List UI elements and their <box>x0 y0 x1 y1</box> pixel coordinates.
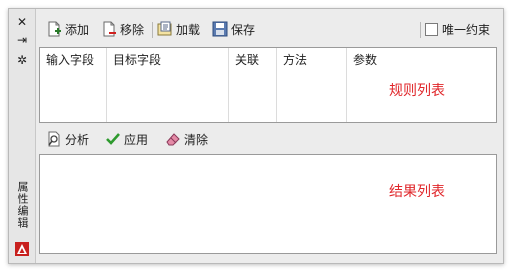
column-header-relation[interactable]: 关联 <box>229 48 277 122</box>
unique-constraint-label: 唯一约束 <box>442 22 491 37</box>
result-toolbar: 分析 应用 清除 <box>36 129 502 149</box>
close-icon[interactable]: ✕ <box>15 15 29 29</box>
apply-button[interactable]: 应用 <box>105 129 148 149</box>
result-list-placeholder: 结果列表 <box>389 184 445 200</box>
analyze-icon <box>48 131 60 147</box>
toolbar-separator <box>420 22 421 38</box>
result-list[interactable]: 结果列表 <box>39 154 497 254</box>
rule-table-header: 输入字段 目标字段 关联 方法 参数 <box>40 48 496 122</box>
add-button[interactable]: 添加 <box>46 19 89 39</box>
apply-label: 应用 <box>124 132 149 147</box>
add-label: 添加 <box>65 22 90 37</box>
clear-button[interactable]: 清除 <box>165 129 208 149</box>
add-file-icon <box>48 21 61 37</box>
auto-hide-icon[interactable]: ⇥ <box>15 33 29 47</box>
toolbar-separator <box>152 22 153 38</box>
remove-file-icon <box>103 21 116 37</box>
column-header-target-field[interactable]: 目标字段 <box>107 48 229 122</box>
properties-icon[interactable]: ✲ <box>15 53 29 67</box>
analyze-label: 分析 <box>65 132 90 147</box>
remove-button[interactable]: 移除 <box>101 19 144 39</box>
remove-label: 移除 <box>120 22 145 37</box>
load-label: 加载 <box>176 22 201 37</box>
rule-list-placeholder: 规则列表 <box>389 83 445 99</box>
save-icon <box>212 21 228 37</box>
app-logo-icon <box>15 242 29 256</box>
column-header-method[interactable]: 方法 <box>277 48 347 122</box>
rules-toolbar: 添加 移除 加载 保存 唯一约束 <box>36 19 502 39</box>
panel-title: 属性编辑 <box>16 181 29 229</box>
eraser-icon <box>166 133 180 146</box>
save-button[interactable]: 保存 <box>212 19 255 39</box>
analyze-button[interactable]: 分析 <box>46 129 89 149</box>
load-button[interactable]: 加载 <box>157 19 200 39</box>
clear-label: 清除 <box>184 132 209 147</box>
panel-content: 添加 移除 加载 保存 唯一约束 输入字段 目标字段 关联 方法 参数 规则列表… <box>36 9 502 263</box>
attribute-edit-panel: ✕ ⇥ ✲ 属性编辑 添加 移除 加载 保存 唯一约束 输入字段 目标字段 关联… <box>8 8 504 264</box>
unique-constraint-checkbox[interactable]: 唯一约束 <box>425 19 490 39</box>
panel-side-strip: ✕ ⇥ ✲ 属性编辑 <box>9 9 36 263</box>
load-icon <box>157 21 172 36</box>
column-header-input-field[interactable]: 输入字段 <box>40 48 107 122</box>
rule-table[interactable]: 输入字段 目标字段 关联 方法 参数 规则列表 <box>39 47 497 123</box>
checkbox-box[interactable] <box>425 22 438 36</box>
checkmark-icon <box>106 133 120 145</box>
save-label: 保存 <box>231 22 256 37</box>
